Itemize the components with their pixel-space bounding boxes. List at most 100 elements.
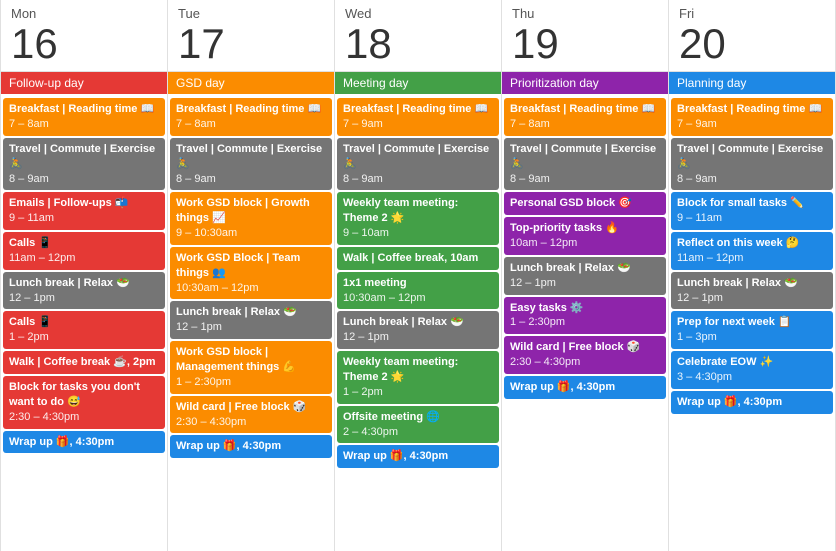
- calendar-event[interactable]: Travel | Commute | Exercise 🚴8 – 9am: [671, 138, 833, 191]
- calendar-event[interactable]: Calls 📱11am – 12pm: [3, 232, 165, 270]
- calendar-event[interactable]: Breakfast | Reading time 📖7 – 8am: [3, 98, 165, 136]
- calendar-event[interactable]: Lunch break | Relax 🥗12 – 1pm: [671, 272, 833, 310]
- event-title: Emails | Follow-ups 📬: [9, 196, 159, 211]
- event-time: 2:30 – 4:30pm: [9, 410, 159, 425]
- calendar-event[interactable]: Lunch break | Relax 🥗12 – 1pm: [337, 311, 499, 349]
- events-container: Breakfast | Reading time 📖7 – 9amTravel …: [335, 96, 501, 551]
- event-title: Work GSD block | Growth things 📈: [176, 196, 326, 226]
- event-title: Block for small tasks ✏️: [677, 196, 827, 211]
- calendar-event[interactable]: 1x1 meeting10:30am – 12pm: [337, 272, 499, 310]
- event-time: 1 – 2pm: [343, 385, 493, 400]
- event-title: Breakfast | Reading time 📖: [677, 102, 827, 117]
- event-title: Calls 📱: [9, 236, 159, 251]
- calendar-event[interactable]: Celebrate EOW ✨3 – 4:30pm: [671, 351, 833, 389]
- event-time: 8 – 9am: [677, 172, 827, 187]
- event-time: 2:30 – 4:30pm: [176, 415, 326, 430]
- event-time: 7 – 8am: [176, 117, 326, 132]
- calendar-event[interactable]: Travel | Commute | Exercise 🚴8 – 9am: [170, 138, 332, 191]
- calendar-event[interactable]: Wrap up 🎁, 4:30pm: [3, 431, 165, 454]
- event-title: Work GSD Block | Team things 👥: [176, 251, 326, 281]
- event-title: Travel | Commute | Exercise 🚴: [176, 142, 326, 172]
- event-title: Lunch break | Relax 🥗: [510, 261, 660, 276]
- events-container: Breakfast | Reading time 📖7 – 9amTravel …: [669, 96, 835, 551]
- event-title: Lunch break | Relax 🥗: [343, 315, 493, 330]
- calendar-event[interactable]: Travel | Commute | Exercise 🚴8 – 9am: [337, 138, 499, 191]
- day-tag: Planning day: [669, 72, 835, 94]
- calendar-event[interactable]: Calls 📱1 – 2pm: [3, 311, 165, 349]
- event-time: 3 – 4:30pm: [677, 370, 827, 385]
- calendar-event[interactable]: Wrap up 🎁, 4:30pm: [337, 445, 499, 468]
- calendar-event[interactable]: Block for small tasks ✏️9 – 11am: [671, 192, 833, 230]
- event-title: Walk | Coffee break, 10am: [343, 251, 493, 266]
- day-tag: Prioritization day: [502, 72, 668, 94]
- calendar-event[interactable]: Lunch break | Relax 🥗12 – 1pm: [3, 272, 165, 310]
- calendar-event[interactable]: Easy tasks ⚙️1 – 2:30pm: [504, 297, 666, 335]
- calendar-event[interactable]: Block for tasks you don't want to do 😅2:…: [3, 376, 165, 429]
- event-title: Easy tasks ⚙️: [510, 301, 660, 316]
- event-title: Wrap up 🎁, 4:30pm: [510, 380, 660, 395]
- day-number: 16: [11, 21, 157, 67]
- event-time: 12 – 1pm: [510, 276, 660, 291]
- calendar-event[interactable]: Wrap up 🎁, 4:30pm: [170, 435, 332, 458]
- day-col-wed: Wed18Meeting dayBreakfast | Reading time…: [335, 0, 502, 551]
- calendar-event[interactable]: Travel | Commute | Exercise 🚴8 – 9am: [3, 138, 165, 191]
- day-col-tue: Tue17GSD dayBreakfast | Reading time 📖7 …: [168, 0, 335, 551]
- calendar-event[interactable]: Weekly team meeting: Theme 2 🌟1 – 2pm: [337, 351, 499, 404]
- event-title: Prep for next week 📋: [677, 315, 827, 330]
- event-title: Block for tasks you don't want to do 😅: [9, 380, 159, 410]
- calendar-event[interactable]: Breakfast | Reading time 📖7 – 8am: [170, 98, 332, 136]
- calendar-event[interactable]: Prep for next week 📋1 – 3pm: [671, 311, 833, 349]
- calendar-event[interactable]: Wrap up 🎁, 4:30pm: [504, 376, 666, 399]
- event-title: Wrap up 🎁, 4:30pm: [677, 395, 827, 410]
- day-name: Tue: [178, 6, 324, 21]
- event-title: 1x1 meeting: [343, 276, 493, 291]
- calendar-event[interactable]: Wild card | Free block 🎲2:30 – 4:30pm: [170, 396, 332, 434]
- calendar-event[interactable]: Offsite meeting 🌐2 – 4:30pm: [337, 406, 499, 444]
- event-time: 8 – 9am: [176, 172, 326, 187]
- calendar-event[interactable]: Work GSD Block | Team things 👥10:30am – …: [170, 247, 332, 300]
- calendar-event[interactable]: Weekly team meeting: Theme 2 🌟9 – 10am: [337, 192, 499, 245]
- event-title: Celebrate EOW ✨: [677, 355, 827, 370]
- day-header-fri: Fri20: [669, 0, 835, 72]
- event-time: 9 – 11am: [9, 211, 159, 226]
- event-time: 12 – 1pm: [176, 320, 326, 335]
- event-time: 1 – 2pm: [9, 330, 159, 345]
- event-time: 2 – 4:30pm: [343, 425, 493, 440]
- event-title: Work GSD block | Management things 💪: [176, 345, 326, 375]
- calendar-event[interactable]: Breakfast | Reading time 📖7 – 9am: [671, 98, 833, 136]
- day-header-mon: Mon16: [1, 0, 167, 72]
- event-title: Breakfast | Reading time 📖: [9, 102, 159, 117]
- calendar-event[interactable]: Work GSD block | Growth things 📈9 – 10:3…: [170, 192, 332, 245]
- calendar-event[interactable]: Work GSD block | Management things 💪1 – …: [170, 341, 332, 394]
- calendar-event[interactable]: Breakfast | Reading time 📖7 – 8am: [504, 98, 666, 136]
- day-name: Wed: [345, 6, 491, 21]
- calendar-event[interactable]: Travel | Commute | Exercise 🚴8 – 9am: [504, 138, 666, 191]
- event-title: Wrap up 🎁, 4:30pm: [9, 435, 159, 450]
- event-title: Wrap up 🎁, 4:30pm: [176, 439, 326, 454]
- event-title: Breakfast | Reading time 📖: [510, 102, 660, 117]
- calendar-grid: Mon16Follow-up dayBreakfast | Reading ti…: [0, 0, 836, 551]
- calendar-event[interactable]: Wild card | Free block 🎲2:30 – 4:30pm: [504, 336, 666, 374]
- calendar-event[interactable]: Wrap up 🎁, 4:30pm: [671, 391, 833, 414]
- calendar-event[interactable]: Top-priority tasks 🔥10am – 12pm: [504, 217, 666, 255]
- event-title: Travel | Commute | Exercise 🚴: [510, 142, 660, 172]
- event-time: 7 – 9am: [677, 117, 827, 132]
- event-title: Wild card | Free block 🎲: [176, 400, 326, 415]
- calendar-event[interactable]: Lunch break | Relax 🥗12 – 1pm: [504, 257, 666, 295]
- event-title: Weekly team meeting: Theme 2 🌟: [343, 196, 493, 226]
- calendar-event[interactable]: Personal GSD block 🎯: [504, 192, 666, 215]
- event-time: 1 – 2:30pm: [176, 375, 326, 390]
- event-title: Calls 📱: [9, 315, 159, 330]
- calendar-event[interactable]: Emails | Follow-ups 📬9 – 11am: [3, 192, 165, 230]
- event-time: 2:30 – 4:30pm: [510, 355, 660, 370]
- event-title: Wild card | Free block 🎲: [510, 340, 660, 355]
- calendar-event[interactable]: Lunch break | Relax 🥗12 – 1pm: [170, 301, 332, 339]
- calendar-event[interactable]: Walk | Coffee break ☕, 2pm: [3, 351, 165, 374]
- day-number: 17: [178, 21, 324, 67]
- calendar-event[interactable]: Breakfast | Reading time 📖7 – 9am: [337, 98, 499, 136]
- event-title: Top-priority tasks 🔥: [510, 221, 660, 236]
- calendar-event[interactable]: Walk | Coffee break, 10am: [337, 247, 499, 270]
- day-name: Thu: [512, 6, 658, 21]
- event-time: 1 – 2:30pm: [510, 315, 660, 330]
- calendar-event[interactable]: Reflect on this week 🤔11am – 12pm: [671, 232, 833, 270]
